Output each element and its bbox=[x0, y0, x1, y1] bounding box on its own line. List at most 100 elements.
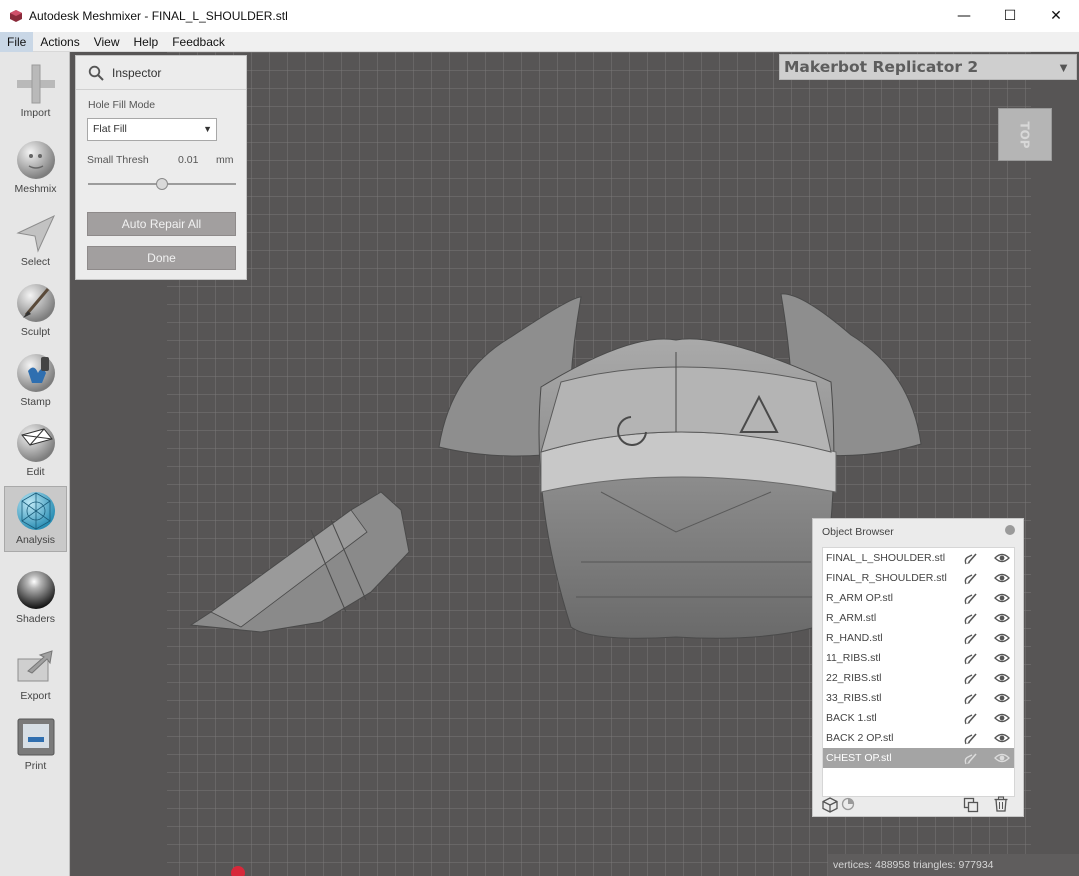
close-button[interactable]: ✕ bbox=[1033, 0, 1079, 32]
object-row[interactable]: FINAL_R_SHOULDER.stl bbox=[823, 568, 1014, 588]
inspector-title: Inspector bbox=[112, 65, 162, 80]
tool-shaders[interactable]: Shaders bbox=[4, 566, 67, 632]
object-row[interactable]: R_HAND.stl bbox=[823, 628, 1014, 648]
object-row[interactable]: R_ARM.stl bbox=[823, 608, 1014, 628]
menu-feedback[interactable]: Feedback bbox=[165, 32, 232, 52]
pie-icon[interactable] bbox=[841, 797, 855, 811]
object-name: 11_RIBS.stl bbox=[826, 652, 881, 664]
done-button[interactable]: Done bbox=[87, 246, 236, 270]
tool-meshmix[interactable]: Meshmix bbox=[4, 136, 67, 202]
tool-import[interactable]: Import bbox=[4, 60, 67, 126]
tool-export[interactable]: Export bbox=[4, 643, 67, 709]
object-browser-header: Object Browser bbox=[813, 519, 1023, 544]
view-cube-face-label: TOP bbox=[1018, 120, 1032, 149]
tool-select[interactable]: Select bbox=[4, 209, 67, 275]
view-cube[interactable]: TOP bbox=[998, 108, 1052, 161]
tool-label: Stamp bbox=[20, 396, 51, 408]
tool-print[interactable]: Print bbox=[4, 713, 67, 779]
object-row[interactable]: 22_RIBS.stl bbox=[823, 668, 1014, 688]
visibility-eye-icon[interactable] bbox=[994, 592, 1010, 604]
tool-label: Sculpt bbox=[20, 326, 51, 338]
hole-fill-mode-select[interactable]: Flat Fill ▼ bbox=[87, 118, 217, 141]
tool-edit[interactable]: Edit bbox=[4, 419, 67, 485]
object-row[interactable]: 11_RIBS.stl bbox=[823, 648, 1014, 668]
visibility-eye-icon[interactable] bbox=[994, 652, 1010, 664]
menu-actions[interactable]: Actions bbox=[33, 32, 86, 52]
meshmixer-app-icon bbox=[10, 10, 22, 22]
edit-object-icon[interactable] bbox=[963, 551, 979, 566]
hole-fill-mode-label: Hole Fill Mode bbox=[88, 99, 156, 111]
maximize-button[interactable]: ☐ bbox=[987, 0, 1033, 32]
object-row[interactable]: BACK 2 OP.stl bbox=[823, 728, 1014, 748]
title-bar: Autodesk Meshmixer - FINAL_L_SHOULDER.st… bbox=[0, 0, 1079, 32]
duplicate-icon[interactable] bbox=[963, 797, 979, 813]
cube-icon[interactable] bbox=[822, 797, 838, 813]
small-thresh-slider[interactable] bbox=[88, 178, 236, 190]
object-row[interactable]: 33_RIBS.stl bbox=[823, 688, 1014, 708]
edit-object-icon[interactable] bbox=[963, 671, 979, 686]
inspector-header: Inspector bbox=[76, 56, 246, 90]
export-icon bbox=[17, 650, 53, 682]
object-browser-title: Object Browser bbox=[822, 525, 894, 538]
visibility-eye-icon[interactable] bbox=[994, 692, 1010, 704]
edit-object-icon[interactable] bbox=[963, 651, 979, 666]
edit-object-icon[interactable] bbox=[963, 631, 979, 646]
menu-bar: File Actions View Help Feedback bbox=[0, 31, 1079, 52]
object-name: 33_RIBS.stl bbox=[826, 692, 882, 704]
edit-object-icon[interactable] bbox=[963, 611, 979, 626]
edit-object-icon[interactable] bbox=[963, 751, 979, 766]
object-row[interactable]: CHEST OP.stl bbox=[823, 748, 1014, 768]
visibility-eye-icon[interactable] bbox=[994, 552, 1010, 564]
visibility-eye-icon[interactable] bbox=[994, 632, 1010, 644]
edit-object-icon[interactable] bbox=[963, 731, 979, 746]
object-name: R_HAND.stl bbox=[826, 632, 883, 644]
tool-label: Print bbox=[24, 760, 47, 772]
left-toolbar: Import Meshmix Select Sculpt Stamp Edit … bbox=[0, 52, 70, 876]
slider-handle[interactable] bbox=[156, 178, 168, 190]
tool-label: Analysis bbox=[15, 534, 56, 546]
visibility-eye-icon[interactable] bbox=[994, 572, 1010, 584]
visibility-eye-icon[interactable] bbox=[994, 712, 1010, 724]
object-list: FINAL_L_SHOULDER.stl FINAL_R_SHOULDER.stl… bbox=[822, 547, 1015, 797]
menu-help[interactable]: Help bbox=[127, 32, 166, 52]
small-thresh-unit: mm bbox=[216, 154, 234, 166]
select-arrow-icon bbox=[15, 214, 55, 253]
visibility-eye-icon[interactable] bbox=[994, 612, 1010, 624]
chevron-down-icon: ▼ bbox=[1057, 60, 1070, 75]
menu-view[interactable]: View bbox=[87, 32, 127, 52]
visibility-eye-icon[interactable] bbox=[994, 732, 1010, 744]
object-name: CHEST OP.stl bbox=[826, 752, 892, 764]
edit-object-icon[interactable] bbox=[963, 711, 979, 726]
edit-object-icon[interactable] bbox=[963, 571, 979, 586]
tool-label: Select bbox=[20, 256, 51, 268]
object-row[interactable]: R_ARM OP.stl bbox=[823, 588, 1014, 608]
tool-label: Meshmix bbox=[14, 183, 57, 195]
object-name: FINAL_L_SHOULDER.stl bbox=[826, 552, 946, 564]
inspector-panel: Inspector Hole Fill Mode Flat Fill ▼ Sma… bbox=[75, 55, 247, 280]
window-controls: — ☐ ✕ bbox=[941, 0, 1079, 32]
small-thresh-label: Small Thresh bbox=[87, 154, 149, 166]
object-browser-panel: Object Browser FINAL_L_SHOULDER.stl FINAL… bbox=[812, 518, 1024, 817]
object-row[interactable]: BACK 1.stl bbox=[823, 708, 1014, 728]
trash-icon[interactable] bbox=[993, 796, 1009, 812]
minimize-button[interactable]: — bbox=[941, 0, 987, 32]
close-icon[interactable] bbox=[1005, 525, 1015, 535]
small-thresh-value[interactable]: 0.01 bbox=[178, 154, 198, 166]
visibility-eye-icon[interactable] bbox=[994, 752, 1010, 764]
edit-object-icon[interactable] bbox=[963, 591, 979, 606]
auto-repair-all-button[interactable]: Auto Repair All bbox=[87, 212, 236, 236]
print-icon bbox=[17, 718, 54, 756]
tool-label: Shaders bbox=[15, 613, 56, 625]
visibility-eye-icon[interactable] bbox=[994, 672, 1010, 684]
tool-sculpt[interactable]: Sculpt bbox=[4, 279, 67, 345]
object-name: BACK 2 OP.stl bbox=[826, 732, 894, 744]
meshmix-bunny-icon bbox=[16, 141, 55, 179]
tool-analysis[interactable]: Analysis bbox=[4, 486, 67, 552]
menu-file[interactable]: File bbox=[0, 31, 34, 52]
object-row[interactable]: FINAL_L_SHOULDER.stl bbox=[823, 548, 1014, 568]
window-title: Autodesk Meshmixer - FINAL_L_SHOULDER.st… bbox=[29, 9, 288, 23]
record-indicator bbox=[231, 866, 245, 876]
edit-object-icon[interactable] bbox=[963, 691, 979, 706]
printer-select[interactable]: Makerbot Replicator 2 ▼ bbox=[779, 54, 1077, 80]
tool-stamp[interactable]: Stamp bbox=[4, 349, 67, 415]
